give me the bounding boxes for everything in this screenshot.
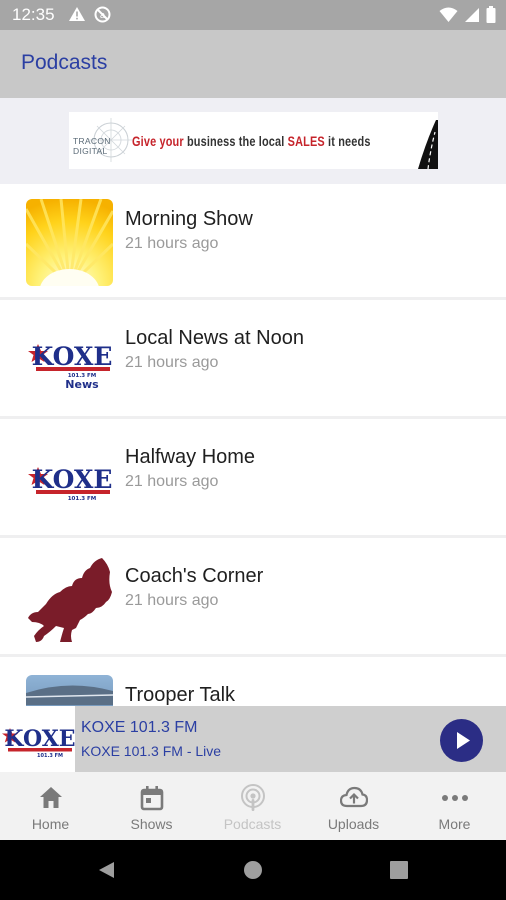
mini-player[interactable]: KOXE 101.3 FM KOXE 101.3 FM KOXE 101.3 F… xyxy=(0,706,506,772)
status-time: 12:35 xyxy=(12,5,55,24)
podcast-title: Coach's Corner xyxy=(125,565,264,587)
cloud-upload-icon xyxy=(339,786,368,808)
back-icon[interactable] xyxy=(96,860,116,880)
ad-word: business the local xyxy=(187,132,285,149)
podcast-title: Morning Show xyxy=(125,208,253,230)
road-icon xyxy=(418,120,438,169)
podcast-thumbnail xyxy=(26,675,113,706)
podcast-title: Trooper Talk xyxy=(125,684,236,706)
logo-text: KOXE xyxy=(32,342,113,371)
ad-banner[interactable]: TRACON DIGITAL Give your business the lo… xyxy=(69,112,438,169)
warning-icon xyxy=(69,7,85,21)
svg-text:a: a xyxy=(100,11,106,21)
tab-label: Shows xyxy=(130,816,173,832)
battery-icon xyxy=(486,6,496,23)
ad-logo-text: TRACON DIGITAL xyxy=(73,136,111,156)
podcast-title: Halfway Home xyxy=(125,446,256,468)
home-icon xyxy=(39,787,62,808)
logo-news: News xyxy=(65,378,99,391)
tab-home[interactable]: Home xyxy=(0,772,101,840)
podcast-item-halfway-home[interactable]: KOXE 101.3 FM Halfway Home 21 hours ago xyxy=(0,422,506,538)
ad-area: TRACON DIGITAL Give your business the lo… xyxy=(0,98,506,184)
player-artwork: KOXE 101.3 FM xyxy=(0,706,76,772)
podcast-item-coachs-corner[interactable]: Coach's Corner 21 hours ago xyxy=(0,541,506,657)
stadium-icon xyxy=(26,675,113,706)
ad-word: it needs xyxy=(328,132,371,149)
podcast-thumbnail xyxy=(26,199,113,286)
podcast-thumbnail: KOXE 101.3 FM xyxy=(26,437,113,524)
podcast-list: Morning Show 21 hours ago KOXE 101.3 FM … xyxy=(0,184,506,706)
tab-label: Uploads xyxy=(327,816,380,832)
logo-freq: 101.3 FM xyxy=(68,496,97,502)
tab-uploads[interactable]: Uploads xyxy=(303,772,404,840)
sunrise-icon xyxy=(26,199,113,286)
ad-text: Give your business the local SALES it ne… xyxy=(132,133,371,149)
app-bar: Podcasts xyxy=(0,30,506,98)
podcast-item-trooper-talk[interactable]: Trooper Talk xyxy=(0,660,506,706)
podcast-updated: 21 hours ago xyxy=(125,473,219,490)
podcast-updated: 21 hours ago xyxy=(125,354,219,371)
home-button-icon[interactable] xyxy=(243,860,263,880)
podcast-item-morning-show[interactable]: Morning Show 21 hours ago xyxy=(0,184,506,300)
podcast-icon xyxy=(240,784,265,811)
tab-shows[interactable]: Shows xyxy=(101,772,202,840)
koxe-logo: KOXE 101.3 FM xyxy=(28,465,113,502)
more-dots-icon xyxy=(441,795,468,801)
wifi-icon xyxy=(439,7,458,22)
ad-logo: TRACON DIGITAL xyxy=(69,112,133,169)
podcast-thumbnail xyxy=(26,556,113,643)
tab-label: Home xyxy=(31,816,70,832)
podcast-item-local-news[interactable]: KOXE 101.3 FM News Local News at Noon 21… xyxy=(0,303,506,419)
mascot-icon xyxy=(28,558,112,642)
signal-icon xyxy=(465,7,479,22)
koxe-news-logo: KOXE 101.3 FM News xyxy=(28,342,113,391)
system-nav-bar xyxy=(0,840,506,900)
recents-icon[interactable] xyxy=(390,861,408,879)
tab-label: Podcasts xyxy=(223,816,282,832)
koxe-logo: KOXE 101.3 FM xyxy=(2,726,76,759)
bottom-tab-bar: Home Shows Podcasts Uploads More xyxy=(0,772,506,840)
page-title: Podcasts xyxy=(21,51,108,74)
ad-word: Give your xyxy=(132,132,184,149)
podcast-title: Local News at Noon xyxy=(125,327,304,349)
podcast-updated: 21 hours ago xyxy=(125,592,219,609)
tab-more[interactable]: More xyxy=(404,772,505,840)
logo-text: KOXE xyxy=(32,465,113,494)
logo-freq: 101.3 FM xyxy=(37,753,63,759)
tab-label: More xyxy=(438,816,471,832)
no-disturb-icon: a xyxy=(94,6,111,23)
status-bar: 12:35 a xyxy=(0,0,506,30)
ad-word: SALES xyxy=(287,132,325,149)
podcast-updated: 21 hours ago xyxy=(125,235,219,252)
tab-podcasts[interactable]: Podcasts xyxy=(202,772,303,840)
podcast-thumbnail: KOXE 101.3 FM News xyxy=(26,318,113,405)
play-button[interactable] xyxy=(440,719,483,762)
player-subtitle: KOXE 101.3 FM - Live xyxy=(81,743,222,759)
calendar-icon xyxy=(140,786,163,811)
player-title: KOXE 101.3 FM xyxy=(81,719,198,736)
play-icon xyxy=(457,732,470,749)
